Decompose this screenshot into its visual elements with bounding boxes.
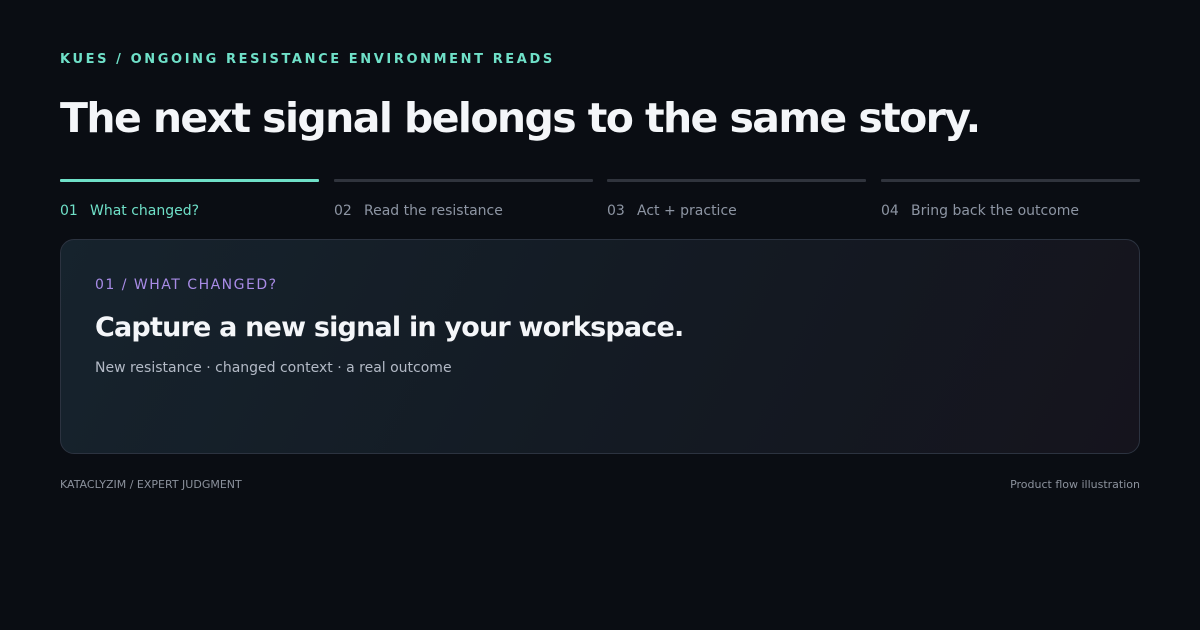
- step-act-practice[interactable]: 03 Act + practice: [607, 179, 866, 229]
- step-progress-bar: [607, 179, 866, 182]
- card-title: Capture a new signal in your workspace.: [95, 312, 684, 343]
- step-number: 02: [334, 203, 352, 219]
- step-progress-bar: [334, 179, 593, 182]
- card-subtitle: New resistance · changed context · a rea…: [95, 360, 452, 376]
- step-number: 03: [607, 203, 625, 219]
- step-number: 01: [60, 203, 78, 219]
- eyebrow-breadcrumb: KUES / ONGOING RESISTANCE ENVIRONMENT RE…: [60, 52, 555, 67]
- step-bring-back-outcome[interactable]: 04 Bring back the outcome: [881, 179, 1140, 229]
- step-progress-bar: [60, 179, 319, 182]
- step-progress: 01 What changed? 02 Read the resistance …: [60, 179, 1140, 229]
- card-kicker: 01 / WHAT CHANGED?: [95, 277, 278, 293]
- page-headline: The next signal belongs to the same stor…: [60, 94, 981, 142]
- step-label: Act + practice: [637, 203, 737, 219]
- step-what-changed[interactable]: 01 What changed?: [60, 179, 319, 229]
- step-label: What changed?: [90, 203, 200, 219]
- step-label: Bring back the outcome: [911, 203, 1080, 219]
- step-number: 04: [881, 203, 899, 219]
- footer-caption: Product flow illustration: [1010, 478, 1140, 491]
- step-progress-bar: [881, 179, 1140, 182]
- step-label: Read the resistance: [364, 203, 503, 219]
- footer-brand: KATACLYZIM / EXPERT JUDGMENT: [60, 478, 242, 491]
- step-detail-card: 01 / WHAT CHANGED? Capture a new signal …: [60, 239, 1140, 454]
- step-read-resistance[interactable]: 02 Read the resistance: [334, 179, 593, 229]
